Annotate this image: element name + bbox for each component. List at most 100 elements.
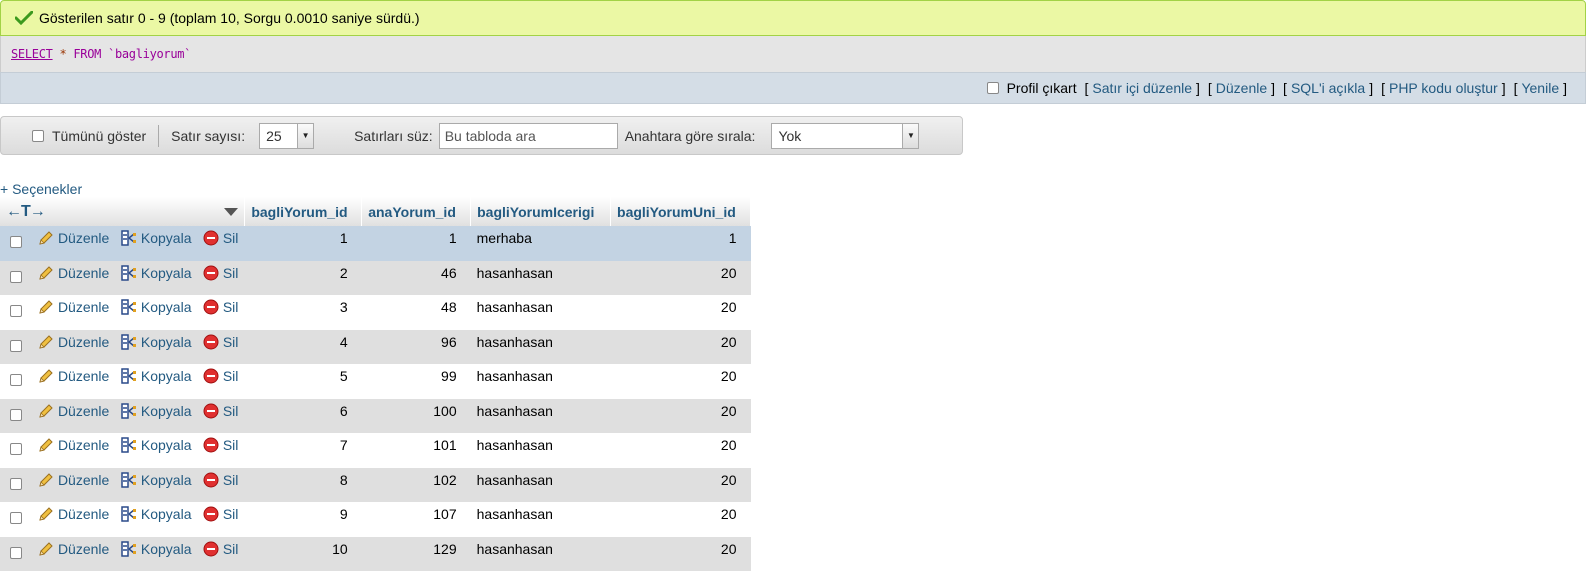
cell-bagliyorum-id[interactable]: 6	[244, 398, 362, 433]
edit-action[interactable]: Düzenle	[33, 398, 117, 433]
cell-anayorum-id[interactable]: 1	[361, 226, 471, 261]
column-header-anayorum-id[interactable]: anaYorum_id	[361, 197, 472, 226]
cell-bagliyorum-uni-id[interactable]: 20	[610, 536, 751, 571]
cell-bagliyorum-icerigi[interactable]: hasanhasan	[470, 467, 611, 502]
chevron-down-icon[interactable]: ▼	[297, 123, 314, 148]
edit-action[interactable]: Düzenle	[33, 260, 117, 295]
copy-action[interactable]: Kopyala	[116, 226, 199, 261]
delete-action[interactable]: Sil	[198, 260, 245, 295]
options-link[interactable]: + Seçenekler	[0, 181, 82, 197]
cell-bagliyorum-id[interactable]: 2	[244, 260, 362, 295]
delete-action[interactable]: Sil	[198, 226, 245, 261]
edit-action[interactable]: Düzenle	[33, 364, 117, 399]
cell-bagliyorum-icerigi[interactable]: hasanhasan	[470, 260, 611, 295]
php-code-link[interactable]: PHP kodu oluştur	[1389, 80, 1498, 96]
column-tools-icon[interactable]: ←T→	[6, 203, 46, 221]
row-checkbox[interactable]	[10, 477, 22, 490]
delete-action[interactable]: Sil	[198, 329, 245, 364]
copy-action[interactable]: Kopyala	[116, 467, 199, 502]
cell-bagliyorum-id[interactable]: 5	[244, 364, 362, 399]
cell-bagliyorum-id[interactable]: 3	[244, 295, 362, 330]
delete-action[interactable]: Sil	[198, 433, 245, 468]
cell-bagliyorum-icerigi[interactable]: hasanhasan	[470, 364, 611, 399]
copy-action[interactable]: Kopyala	[116, 536, 199, 571]
row-checkbox[interactable]	[10, 546, 22, 559]
cell-bagliyorum-icerigi[interactable]: hasanhasan	[470, 502, 611, 537]
edit-action[interactable]: Düzenle	[33, 433, 117, 468]
copy-action[interactable]: Kopyala	[116, 260, 199, 295]
column-header-bagliyorum-uni-id[interactable]: bagliYorumUni_id	[610, 197, 751, 226]
row-checkbox[interactable]	[10, 374, 22, 387]
cell-bagliyorum-uni-id[interactable]: 20	[610, 467, 751, 502]
cell-bagliyorum-id[interactable]: 8	[244, 467, 362, 502]
cell-bagliyorum-uni-id[interactable]: 20	[610, 502, 751, 537]
row-checkbox[interactable]	[10, 443, 22, 456]
edit-action[interactable]: Düzenle	[33, 329, 117, 364]
cell-anayorum-id[interactable]: 101	[361, 433, 471, 468]
cell-anayorum-id[interactable]: 107	[361, 502, 471, 537]
cell-bagliyorum-icerigi[interactable]: hasanhasan	[470, 398, 611, 433]
profile-checkbox[interactable]	[986, 82, 999, 94]
cell-bagliyorum-icerigi[interactable]: hasanhasan	[470, 433, 611, 468]
refresh-link[interactable]: Yenile	[1521, 80, 1559, 96]
row-checkbox[interactable]	[10, 270, 22, 283]
cell-bagliyorum-id[interactable]: 9	[244, 502, 362, 537]
edit-query-link[interactable]: Düzenle	[1216, 80, 1267, 96]
chevron-down-icon[interactable]: ▼	[902, 123, 919, 148]
copy-action[interactable]: Kopyala	[116, 502, 199, 537]
copy-action[interactable]: Kopyala	[116, 364, 199, 399]
explain-sql-link[interactable]: SQL'i açıkla	[1291, 80, 1365, 96]
cell-bagliyorum-icerigi[interactable]: merhaba	[470, 226, 611, 261]
cell-bagliyorum-id[interactable]: 7	[244, 433, 362, 468]
edit-action[interactable]: Düzenle	[33, 536, 117, 571]
delete-action[interactable]: Sil	[198, 467, 245, 502]
row-checkbox[interactable]	[10, 339, 22, 352]
copy-action[interactable]: Kopyala	[116, 398, 199, 433]
row-checkbox[interactable]	[10, 408, 22, 421]
cell-bagliyorum-id[interactable]: 10	[244, 536, 362, 571]
delete-action[interactable]: Sil	[198, 536, 245, 571]
copy-action[interactable]: Kopyala	[116, 295, 199, 330]
delete-action[interactable]: Sil	[198, 502, 245, 537]
cell-bagliyorum-uni-id[interactable]: 20	[610, 260, 751, 295]
cell-anayorum-id[interactable]: 48	[361, 295, 471, 330]
edit-action[interactable]: Düzenle	[33, 295, 117, 330]
row-checkbox[interactable]	[10, 236, 22, 249]
cell-bagliyorum-uni-id[interactable]: 20	[610, 329, 751, 364]
copy-action[interactable]: Kopyala	[116, 329, 199, 364]
copy-action[interactable]: Kopyala	[116, 433, 199, 468]
delete-action[interactable]: Sil	[198, 295, 245, 330]
show-all-checkbox[interactable]	[32, 129, 44, 142]
sort-triangle-icon[interactable]	[224, 207, 239, 217]
cell-bagliyorum-id[interactable]: 4	[244, 329, 362, 364]
cell-bagliyorum-icerigi[interactable]: hasanhasan	[470, 536, 611, 571]
delete-action[interactable]: Sil	[198, 398, 245, 433]
row-checkbox[interactable]	[10, 512, 22, 525]
column-header-bagliyorum-id[interactable]: bagliYorum_id	[244, 197, 363, 226]
edit-action[interactable]: Düzenle	[33, 502, 117, 537]
cell-anayorum-id[interactable]: 99	[361, 364, 471, 399]
cell-anayorum-id[interactable]: 129	[361, 536, 471, 571]
cell-bagliyorum-id[interactable]: 1	[244, 226, 362, 261]
cell-bagliyorum-uni-id[interactable]: 20	[610, 398, 751, 433]
column-header-bagliyorum-icerigi[interactable]: bagliYorumIcerigi	[470, 197, 612, 226]
sort-by-key-select[interactable]: Yok ▼	[771, 122, 920, 149]
filter-rows-input[interactable]	[438, 122, 618, 149]
delete-action[interactable]: Sil	[198, 364, 245, 399]
cell-bagliyorum-icerigi[interactable]: hasanhasan	[470, 295, 611, 330]
cell-bagliyorum-uni-id[interactable]: 20	[610, 364, 751, 399]
cell-anayorum-id[interactable]: 96	[361, 329, 471, 364]
edit-action[interactable]: Düzenle	[33, 226, 117, 261]
edit-action[interactable]: Düzenle	[33, 467, 117, 502]
cell-bagliyorum-uni-id[interactable]: 20	[610, 433, 751, 468]
cell-bagliyorum-uni-id[interactable]: 20	[610, 295, 751, 330]
inline-edit-link[interactable]: Satır içi düzenle	[1092, 80, 1192, 96]
cell-anayorum-id[interactable]: 102	[361, 467, 471, 502]
cell-bagliyorum-icerigi[interactable]: hasanhasan	[470, 329, 611, 364]
sql-select-keyword[interactable]: SELECT	[11, 47, 53, 61]
cell-anayorum-id[interactable]: 100	[361, 398, 471, 433]
rows-count-select[interactable]: 25 ▼	[259, 122, 315, 149]
row-checkbox[interactable]	[10, 305, 22, 318]
cell-anayorum-id[interactable]: 46	[361, 260, 471, 295]
cell-bagliyorum-uni-id[interactable]: 1	[610, 226, 751, 261]
